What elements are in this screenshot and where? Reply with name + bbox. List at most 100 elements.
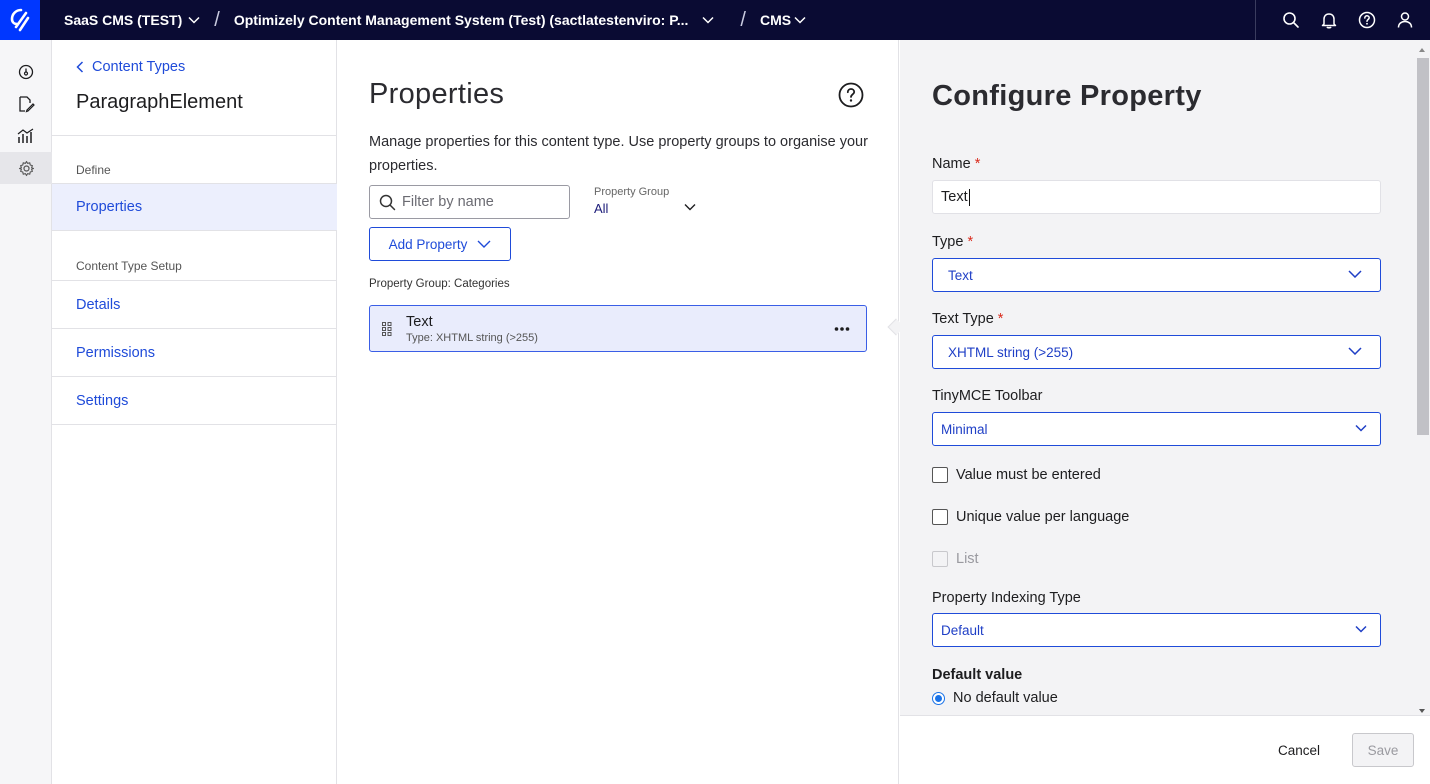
checkbox-label: List xyxy=(956,551,979,567)
scrollbar-thumb[interactable] xyxy=(1417,58,1429,435)
default-value-heading: Default value xyxy=(932,667,1023,683)
back-to-content-types-link[interactable]: Content Types xyxy=(76,59,185,75)
filter-by-name-input[interactable] xyxy=(402,194,562,210)
section-label-setup: Content Type Setup xyxy=(76,259,182,273)
checkbox-box[interactable] xyxy=(932,509,948,525)
property-type: Type: XHTML string (>255) xyxy=(406,332,538,344)
type-label: Type * xyxy=(932,234,973,250)
text-type-select[interactable]: XHTML string (>255) xyxy=(932,335,1381,369)
settings-icon xyxy=(18,160,34,176)
text-type-label: Text Type * xyxy=(932,311,1003,327)
text-type-select-value: XHTML string (>255) xyxy=(948,344,1074,360)
chevron-left-icon xyxy=(76,61,84,73)
breadcrumb-instance-label: Optimizely Content Management System (Te… xyxy=(233,12,689,28)
nav-item-permissions[interactable]: Permissions xyxy=(52,329,337,377)
breadcrumb-separator: / xyxy=(740,8,746,31)
dashboard-icon xyxy=(18,64,34,80)
toolbar-label: TinyMCE Toolbar xyxy=(932,388,1043,404)
search-icon xyxy=(379,194,396,210)
save-button[interactable]: Save xyxy=(1352,733,1414,767)
breadcrumb-organization-label: SaaS CMS (TEST) xyxy=(64,12,183,28)
top-actions xyxy=(1255,0,1430,40)
property-name: Text xyxy=(406,314,433,330)
configure-title: Configure Property xyxy=(932,80,1202,112)
breadcrumb-separator: / xyxy=(214,8,220,31)
optimizely-logo[interactable] xyxy=(0,0,40,40)
type-select[interactable]: Text xyxy=(932,258,1381,292)
radio-dot xyxy=(935,694,942,702)
back-link-label: Content Types xyxy=(92,59,186,75)
checkbox-label: Value must be entered xyxy=(956,467,1101,483)
chevron-down-icon xyxy=(188,16,200,24)
page-title: Properties xyxy=(369,78,505,110)
property-group-heading: Property Group: Categories xyxy=(369,278,510,290)
content-type-title: ParagraphElement xyxy=(76,91,243,113)
scroll-down-icon[interactable] xyxy=(1419,709,1425,713)
indexing-type-select[interactable]: Default xyxy=(932,613,1381,647)
edit-icon xyxy=(19,96,35,113)
text-type-label-text: Text Type xyxy=(932,311,994,327)
toolbar-select[interactable]: Minimal xyxy=(932,412,1381,446)
scroll-up-icon[interactable] xyxy=(1419,48,1425,52)
bell-icon xyxy=(1321,13,1337,29)
unique-per-language-checkbox[interactable]: Unique value per language xyxy=(932,509,1129,525)
cancel-button[interactable]: Cancel xyxy=(1266,733,1332,767)
nav-item-details[interactable]: Details xyxy=(52,281,337,329)
notifications-button[interactable] xyxy=(1310,0,1348,40)
type-label-text: Type xyxy=(932,234,964,250)
nav-item-settings[interactable]: Settings xyxy=(52,377,337,425)
more-options-icon[interactable] xyxy=(834,322,850,336)
nav-item-label: Settings xyxy=(76,392,129,409)
rail-edit[interactable] xyxy=(0,88,52,120)
help-button[interactable] xyxy=(1348,0,1386,40)
nav-item-label: Details xyxy=(76,296,121,313)
filter-box xyxy=(369,185,570,219)
checkbox-label: Unique value per language xyxy=(956,509,1130,525)
chevron-down-icon xyxy=(1348,347,1362,355)
indexing-type-value: Default xyxy=(941,622,984,638)
divider xyxy=(52,135,337,136)
rail-analytics[interactable] xyxy=(0,120,52,152)
content-type-nav: Content Types ParagraphElement Define Pr… xyxy=(52,40,337,784)
page-description: Manage properties for this content type.… xyxy=(369,134,868,174)
help-circle-icon xyxy=(838,82,864,108)
nav-item-label: Permissions xyxy=(76,344,155,361)
search-button[interactable] xyxy=(1272,0,1310,40)
property-group-select[interactable]: Property Group All xyxy=(594,186,704,218)
top-navigation-bar: SaaS CMS (TEST) / Optimizely Content Man… xyxy=(0,0,1430,40)
radio-label: No default value xyxy=(953,690,1058,706)
icon-rail xyxy=(0,40,52,784)
breadcrumb-product[interactable]: CMS xyxy=(760,12,806,28)
property-item[interactable]: Text Type: XHTML string (>255) xyxy=(369,305,867,352)
toolbar-select-value: Minimal xyxy=(941,421,988,437)
add-property-label: Add Property xyxy=(388,236,468,252)
value-required-checkbox[interactable]: Value must be entered xyxy=(932,467,1101,483)
name-label-text: Name xyxy=(932,156,971,172)
rail-dashboard[interactable] xyxy=(0,56,52,88)
checkbox-box[interactable] xyxy=(932,467,948,483)
drag-handle-icon[interactable] xyxy=(382,322,392,341)
breadcrumb-organization[interactable]: SaaS CMS (TEST) xyxy=(64,12,200,28)
search-icon xyxy=(1283,12,1299,28)
chevron-down-icon xyxy=(702,16,714,24)
chevron-down-icon xyxy=(1348,270,1362,278)
breadcrumb-instance[interactable]: Optimizely Content Management System (Te… xyxy=(234,12,715,28)
required-marker: * xyxy=(967,234,974,250)
required-marker: * xyxy=(997,311,1004,327)
scrollbar[interactable] xyxy=(1414,44,1430,715)
optimizely-logo-icon xyxy=(10,8,30,32)
nav-item-properties[interactable]: Properties xyxy=(52,183,337,231)
no-default-value-radio[interactable]: No default value xyxy=(932,690,1058,706)
breadcrumb-product-label: CMS xyxy=(759,12,792,28)
user-icon xyxy=(1397,12,1413,28)
user-menu-button[interactable] xyxy=(1386,0,1424,40)
chevron-down-icon xyxy=(1355,424,1367,432)
radio-selected[interactable] xyxy=(932,691,945,705)
analytics-icon xyxy=(17,128,34,143)
add-property-button[interactable]: Add Property xyxy=(369,227,511,261)
rail-settings[interactable] xyxy=(0,152,52,184)
name-input[interactable]: Text xyxy=(932,180,1381,214)
chevron-down-icon xyxy=(1355,625,1367,633)
indexing-type-label: Property Indexing Type xyxy=(932,590,1081,606)
help-button[interactable] xyxy=(838,82,864,108)
